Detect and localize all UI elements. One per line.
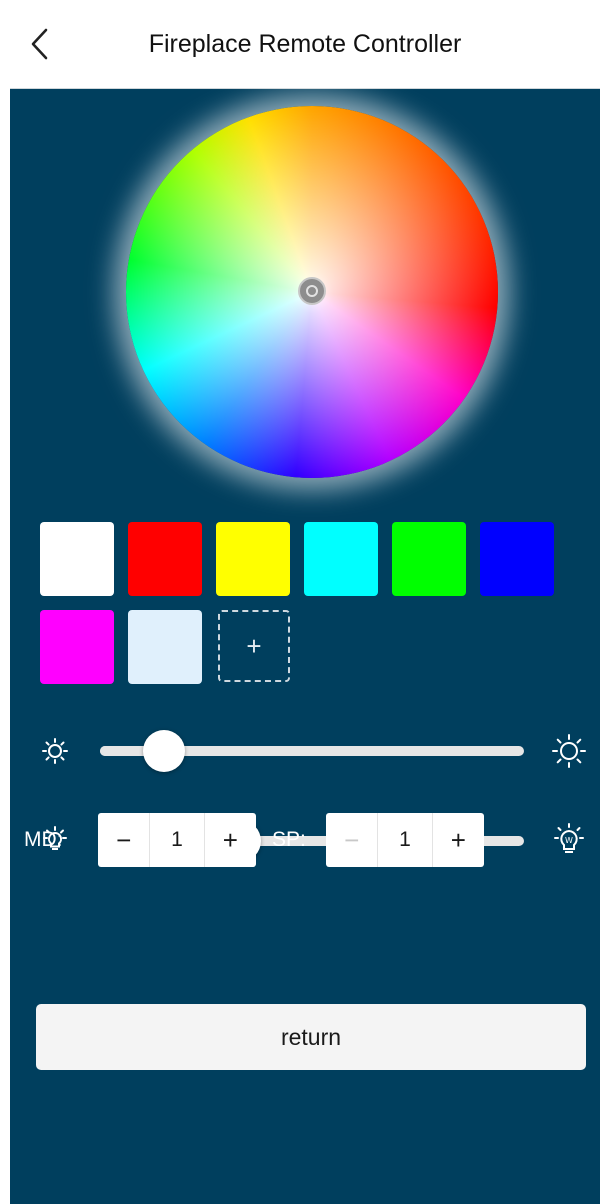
mode-plus-button[interactable]: + xyxy=(205,813,256,867)
mode-minus-button[interactable]: − xyxy=(98,813,149,867)
chevron-left-icon xyxy=(31,28,48,60)
sun-small-icon xyxy=(38,734,72,768)
svg-text:W: W xyxy=(565,836,573,845)
speed-plus-button[interactable]: + xyxy=(433,813,484,867)
speed-stepper: −1 + xyxy=(326,813,484,867)
app-header: Fireplace Remote Controller xyxy=(10,0,600,89)
swatch-white[interactable] xyxy=(40,522,114,596)
swatch-cyan[interactable] xyxy=(304,522,378,596)
swatch-magenta[interactable] xyxy=(40,610,114,684)
app-screen: Fireplace Remote Controller + W MD: − 1 … xyxy=(10,0,600,1204)
swatch-red[interactable] xyxy=(128,522,202,596)
speed-label: SP: xyxy=(272,828,306,851)
mode-stepper: −1 + xyxy=(98,813,256,867)
mode-value: 1 xyxy=(149,813,205,867)
return-button[interactable]: return xyxy=(36,1004,586,1070)
plus-icon: + xyxy=(246,630,262,661)
brightness-thumb[interactable] xyxy=(142,730,185,772)
mode-label: MD: xyxy=(24,828,63,851)
add-swatch-button[interactable]: + xyxy=(218,610,290,682)
swatch-yellow[interactable] xyxy=(216,522,290,596)
swatch-green[interactable] xyxy=(392,522,466,596)
swatch-blue[interactable] xyxy=(480,522,554,596)
page-title: Fireplace Remote Controller xyxy=(148,30,462,58)
speed-minus-button[interactable]: − xyxy=(326,813,377,867)
back-button[interactable] xyxy=(20,22,60,66)
bulb-w-icon: W xyxy=(550,822,588,860)
swatch-pale-blue[interactable] xyxy=(128,610,202,684)
color-picker-knob[interactable] xyxy=(298,277,326,305)
sun-large-icon xyxy=(550,732,588,770)
speed-value: 1 xyxy=(377,813,433,867)
